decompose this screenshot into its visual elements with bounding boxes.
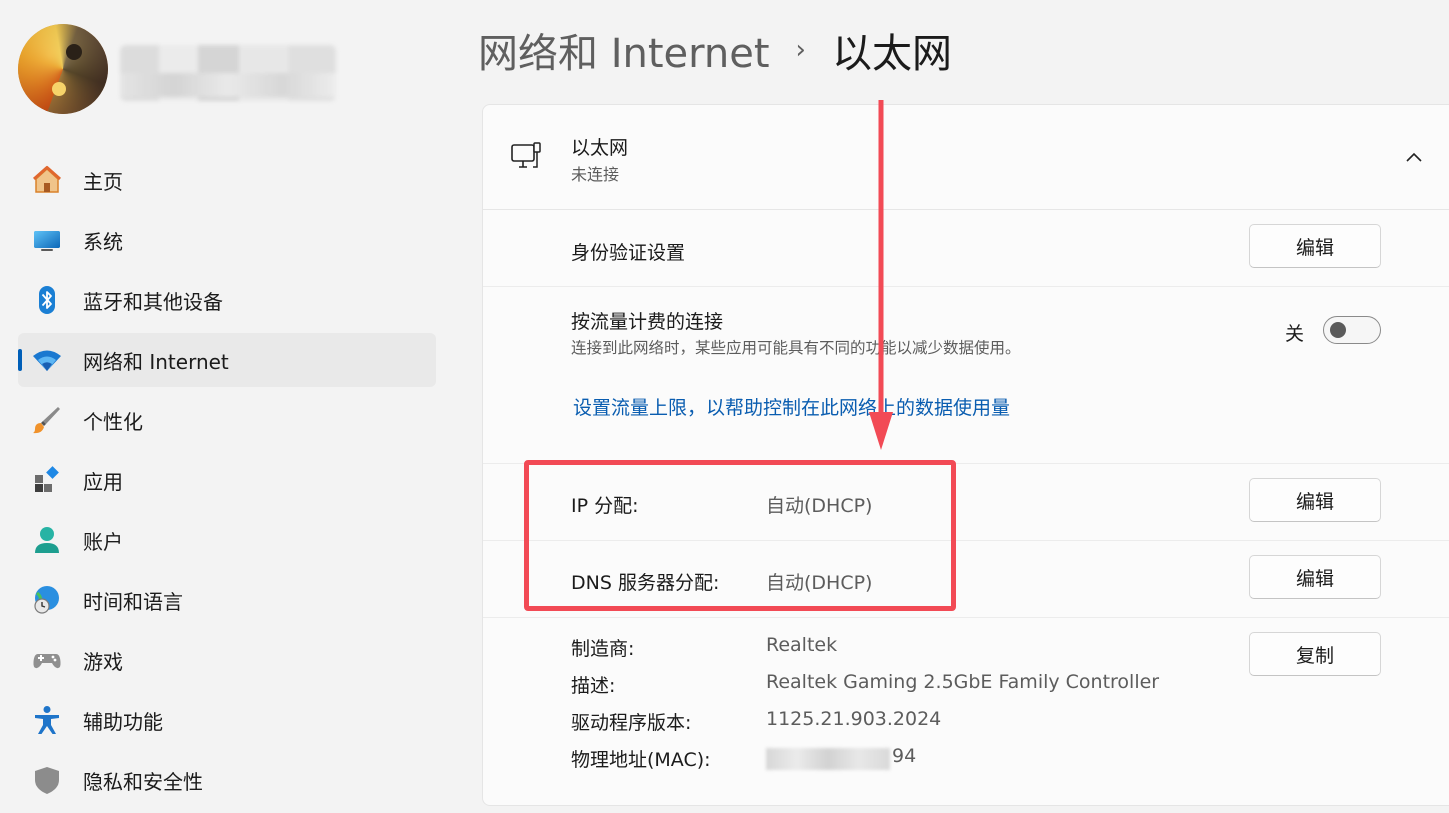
sidebar-item-label: 系统: [83, 229, 123, 254]
metered-connection-description: 连接到此网络时，某些应用可能具有不同的功能以减少数据使用。: [571, 339, 1021, 357]
description-value: Realtek Gaming 2.5GbE Family Controller: [766, 671, 1160, 693]
sidebar-item-system[interactable]: 系统: [18, 213, 436, 267]
description-label: 描述:: [571, 675, 616, 697]
sidebar-item-personalization[interactable]: 个性化: [18, 393, 436, 447]
metered-connection-label: 按流量计费的连接: [571, 311, 724, 333]
ip-edit-button[interactable]: 编辑: [1249, 478, 1381, 522]
user-name-blurred: [120, 45, 336, 101]
sidebar-item-home[interactable]: 主页: [18, 153, 436, 207]
driver-version-label: 驱动程序版本:: [571, 712, 692, 734]
sidebar-item-label: 辅助功能: [83, 709, 163, 734]
metered-toggle[interactable]: [1323, 316, 1381, 344]
auth-settings-label: 身份验证设置: [571, 242, 686, 264]
sidebar-item-network[interactable]: 网络和 Internet: [18, 333, 436, 387]
ethernet-card: 以太网 未连接 身份验证设置 编辑 按流量计费的连接 连接到此网络时，某些应用可…: [482, 104, 1449, 806]
sidebar-item-apps[interactable]: 应用: [18, 453, 436, 507]
home-icon: [33, 166, 61, 193]
sidebar-item-label: 网络和 Internet: [83, 349, 229, 374]
ethernet-card-header[interactable]: 以太网 未连接: [483, 105, 1449, 210]
ethernet-status: 未连接: [571, 165, 620, 184]
sidebar-item-privacy[interactable]: 隐私和安全性: [18, 753, 436, 807]
apps-icon: [35, 466, 59, 492]
breadcrumb-separator: ›: [795, 35, 806, 65]
sidebar-nav: 主页 系统 蓝牙和其他设备 网络和 Internet 个性化 应用 账户 时间和…: [18, 153, 436, 813]
dns-edit-button[interactable]: 编辑: [1249, 555, 1381, 599]
sidebar-item-bluetooth[interactable]: 蓝牙和其他设备: [18, 273, 436, 327]
sidebar-item-label: 游戏: [83, 649, 123, 674]
manufacturer-value: Realtek: [766, 634, 838, 656]
accessibility-icon: [35, 706, 59, 734]
ethernet-icon: [511, 142, 541, 168]
mac-address-suffix: 94: [892, 745, 917, 767]
chevron-up-icon[interactable]: [1403, 147, 1425, 169]
breadcrumb: 网络和 Internet › 以太网: [478, 22, 952, 78]
ethernet-title: 以太网: [571, 137, 629, 159]
annotation-highlight-box: [524, 460, 956, 611]
manufacturer-label: 制造商:: [571, 638, 635, 660]
sidebar-item-label: 个性化: [83, 409, 143, 434]
mac-address-label: 物理地址(MAC):: [571, 749, 711, 771]
sidebar-item-accounts[interactable]: 账户: [18, 513, 436, 567]
sidebar-item-label: 主页: [83, 169, 123, 194]
auth-settings-row: 身份验证设置 编辑: [483, 210, 1449, 287]
sidebar: 主页 系统 蓝牙和其他设备 网络和 Internet 个性化 应用 账户 时间和…: [0, 0, 460, 794]
metered-connection-row: 按流量计费的连接 连接到此网络时，某些应用可能具有不同的功能以减少数据使用。 关…: [483, 287, 1449, 464]
shield-icon: [35, 767, 59, 794]
driver-version-value: 1125.21.903.2024: [766, 708, 942, 730]
gamepad-icon: [33, 654, 61, 669]
bluetooth-icon: [39, 286, 55, 314]
adapter-properties: 制造商: Realtek 描述: Realtek Gaming 2.5GbE F…: [483, 618, 1449, 808]
auth-edit-button[interactable]: 编辑: [1249, 224, 1381, 268]
brush-icon: [33, 407, 60, 434]
sidebar-item-label: 应用: [83, 469, 123, 494]
wifi-icon: [33, 350, 61, 371]
account-icon: [35, 527, 59, 553]
sidebar-item-label: 蓝牙和其他设备: [83, 289, 223, 314]
breadcrumb-parent[interactable]: 网络和 Internet: [478, 21, 770, 79]
sidebar-item-time-language[interactable]: 时间和语言: [18, 573, 436, 627]
data-limit-link[interactable]: 设置流量上限，以帮助控制在此网络上的数据使用量: [573, 393, 1010, 420]
sidebar-item-label: 隐私和安全性: [83, 769, 203, 794]
sidebar-item-label: 时间和语言: [83, 589, 183, 614]
avatar[interactable]: [18, 24, 108, 114]
sidebar-item-gaming[interactable]: 游戏: [18, 633, 436, 687]
sidebar-item-label: 账户: [83, 529, 123, 554]
metered-toggle-state: 关: [1285, 323, 1305, 345]
globe-clock-icon: [34, 586, 59, 614]
copy-button[interactable]: 复制: [1249, 632, 1381, 676]
sidebar-item-accessibility[interactable]: 辅助功能: [18, 693, 436, 747]
annotation-arrow: [869, 100, 893, 450]
display-icon: [34, 231, 60, 251]
page-title: 以太网: [831, 31, 952, 77]
mac-address-blurred: [766, 748, 890, 770]
